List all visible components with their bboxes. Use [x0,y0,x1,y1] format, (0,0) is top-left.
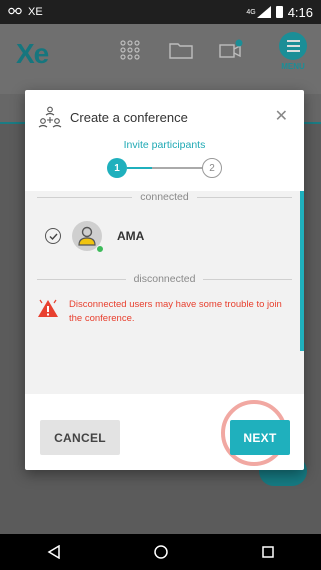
stepper-progress-line [127,167,202,169]
step-title: Invite participants [123,139,206,151]
disconnected-label: disconnected [133,273,196,285]
select-user-checkbox[interactable] [45,228,61,244]
status-bar: XE 4G 4:16 [0,0,321,24]
dialog-header: Create a conference ✕ Invite participant… [25,90,304,178]
online-status-badge [96,245,104,253]
participants-list[interactable]: connected AMA disconnected Disconnected … [25,191,304,394]
app-header: Xe MENU [0,24,321,94]
video-settings-icon[interactable] [218,38,243,62]
carrier-label: XE [28,6,43,18]
recents-icon[interactable] [253,537,283,567]
warning-text: Disconnected users may have some trouble… [69,299,282,324]
battery-icon [275,6,283,18]
user-name: AMA [117,229,145,243]
menu-label: MENU [281,62,305,71]
signal-icon [256,6,271,18]
menu-button[interactable]: MENU [279,32,307,71]
dialog-title: Create a conference [70,110,188,125]
disconnected-section-header: disconnected [37,273,293,285]
folder-icon[interactable] [168,38,193,62]
back-icon[interactable] [39,537,69,567]
step-1-indicator: 1 [107,158,127,178]
network-type: 4G [246,8,256,16]
conference-icon [38,106,62,132]
warning-icon [37,298,59,326]
grid-icon[interactable] [118,38,142,62]
system-nav-bar [0,534,321,570]
app-logo: Xe [16,38,49,69]
connected-section-header: connected [37,191,292,203]
next-button[interactable]: NEXT [230,420,290,455]
glasses-icon [8,6,22,18]
list-item[interactable]: AMA [25,218,304,254]
list-scrollbar[interactable] [300,191,304,351]
close-icon[interactable]: ✕ [275,106,288,126]
clock: 4:16 [287,4,313,20]
disconnected-warning: Disconnected users may have some trouble… [37,298,292,326]
stepper: 1 2 [107,158,222,178]
step-2-indicator: 2 [202,158,222,178]
menu-icon [279,32,307,60]
connected-label: connected [140,191,189,203]
home-icon[interactable] [146,537,176,567]
cancel-button[interactable]: CANCEL [40,420,120,455]
create-conference-dialog: Create a conference ✕ Invite participant… [25,90,304,470]
